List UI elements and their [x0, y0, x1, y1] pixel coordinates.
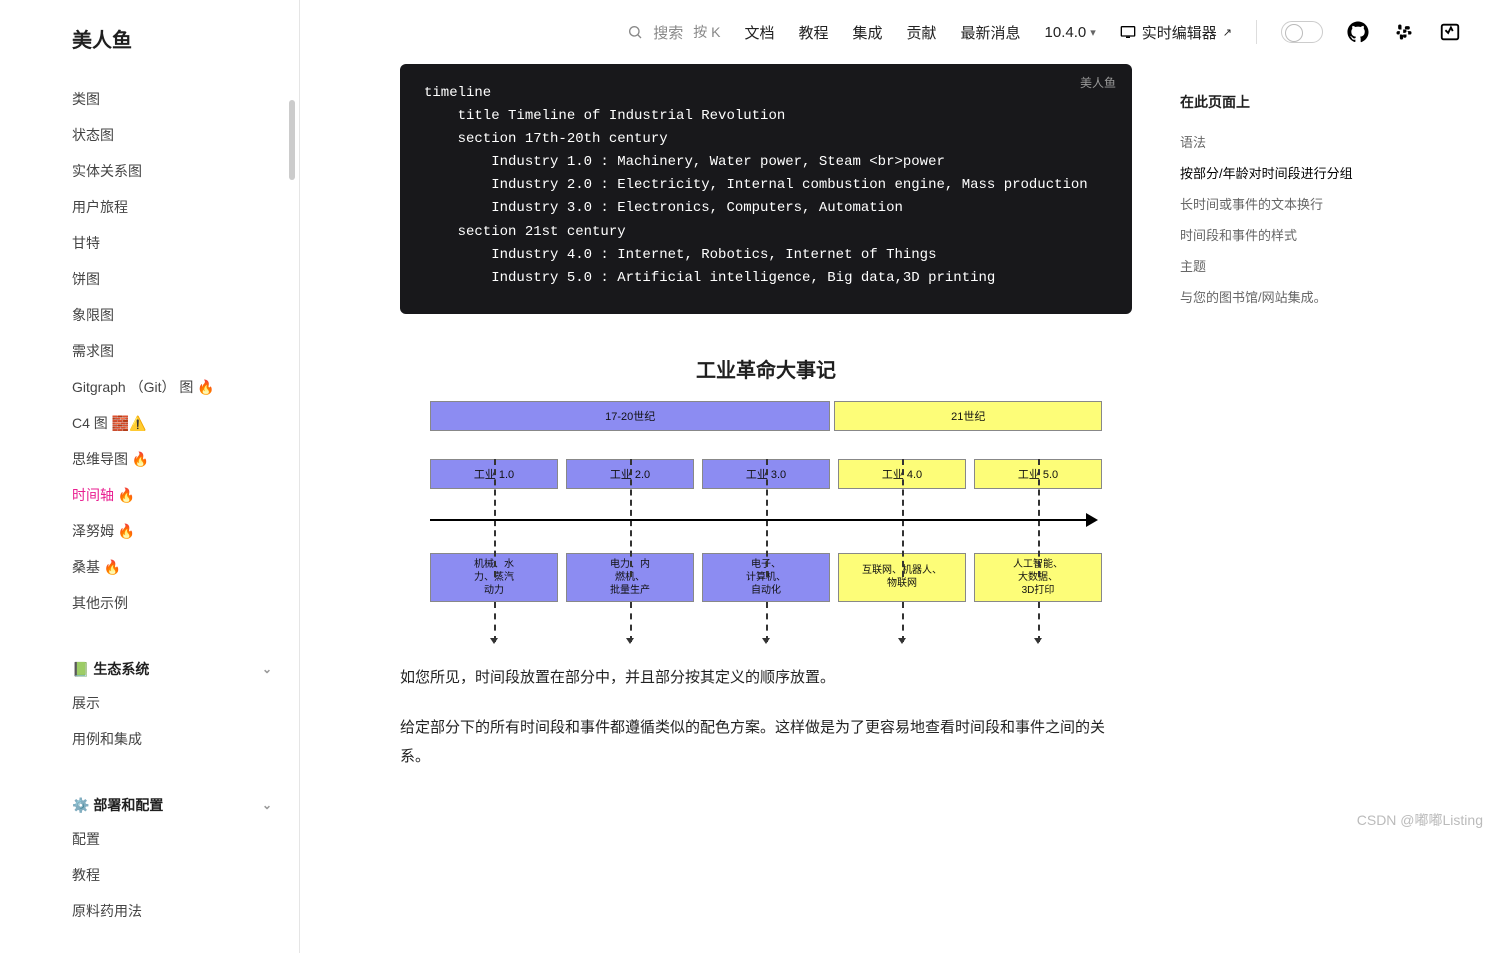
- sidebar-item-12[interactable]: 泽努姆 🔥: [72, 513, 272, 549]
- sidebar-item-3[interactable]: 用户旅程: [72, 189, 272, 225]
- code-text: timeline title Timeline of Industrial Re…: [424, 85, 1088, 286]
- timeline-period-2: 工业 3.0: [702, 459, 830, 489]
- nav-link-1[interactable]: 教程: [798, 22, 828, 43]
- sidebar: 美人鱼 类图状态图实体关系图用户旅程甘特饼图象限图需求图Gitgraph （Gi…: [0, 0, 300, 953]
- sidebar-subitem-1-0[interactable]: 配置: [72, 821, 272, 857]
- app-icon[interactable]: [1439, 21, 1461, 43]
- timeline-period-3: 工业 4.0: [838, 459, 966, 489]
- timeline-section-1: 21世纪: [834, 401, 1102, 431]
- live-editor-link[interactable]: 实时编辑器 ↗: [1120, 22, 1232, 43]
- sidebar-item-1[interactable]: 状态图: [72, 117, 272, 153]
- sidebar-item-7[interactable]: 需求图: [72, 333, 272, 369]
- search-trigger[interactable]: 搜索 按 K: [627, 22, 720, 43]
- search-icon: [627, 24, 643, 40]
- toc-item-4[interactable]: 主题: [1180, 250, 1410, 281]
- toc-item-0[interactable]: 语法: [1180, 126, 1410, 157]
- toc-title: 在此页面上: [1180, 92, 1410, 112]
- sidebar-subitem-1-2[interactable]: 原料药用法: [72, 893, 272, 929]
- sidebar-item-14[interactable]: 其他示例: [72, 585, 272, 621]
- site-title: 美人鱼: [72, 24, 272, 53]
- code-block: 美人鱼timeline title Timeline of Industrial…: [400, 64, 1132, 314]
- nav-link-4[interactable]: 最新消息: [961, 22, 1021, 43]
- article-prose: 如您所见，时间段放置在部分中，并且部分按其定义的顺序放置。 给定部分下的所有时间…: [400, 664, 1132, 772]
- timeline-desc-1: 电力、内 燃机、 批量生产: [566, 553, 694, 602]
- search-kbd: 按 K: [693, 22, 720, 42]
- theme-toggle[interactable]: [1281, 21, 1323, 43]
- watermark: CSDN @嘟嘟Listing: [1357, 810, 1483, 830]
- external-icon: ↗: [1223, 26, 1232, 39]
- sidebar-subitem-1-1[interactable]: 教程: [72, 857, 272, 893]
- version-label: 10.4.0: [1045, 24, 1087, 41]
- editor-icon: [1120, 25, 1136, 39]
- paragraph-2: 给定部分下的所有时间段和事件都遵循类似的配色方案。这样做是为了更容易地查看时间段…: [400, 714, 1132, 771]
- timeline-period-1: 工业 2.0: [566, 459, 694, 489]
- nav-link-0[interactable]: 文档: [744, 22, 774, 43]
- sidebar-item-0[interactable]: 类图: [72, 81, 272, 117]
- timeline-section-0: 17-20世纪: [430, 401, 830, 431]
- paragraph-1: 如您所见，时间段放置在部分中，并且部分按其定义的顺序放置。: [400, 664, 1132, 693]
- sidebar-item-2[interactable]: 实体关系图: [72, 153, 272, 189]
- topbar: 搜索 按 K 文档 教程 集成 贡献 最新消息 10.4.0 ▾ 实时编辑器 ↗: [300, 0, 1501, 64]
- timeline-period-0: 工业 1.0: [430, 459, 558, 489]
- diagram-title: 工业革命大事记: [430, 354, 1102, 383]
- timeline-desc-3: 互联网、机器人、 物联网: [838, 553, 966, 602]
- sidebar-item-10[interactable]: 思维导图 🔥: [72, 441, 272, 477]
- timeline-period-4: 工业 5.0: [974, 459, 1102, 489]
- chevron-down-icon: ⌄: [262, 798, 272, 812]
- timeline-diagram: 工业革命大事记 17-20世纪21世纪 工业 1.0 工业 2.0 工业 3.0 工业…: [430, 354, 1102, 642]
- timeline-desc-2: 电子、 计算机、 自动化: [702, 553, 830, 602]
- sidebar-subitem-0-1[interactable]: 用例和集成: [72, 721, 272, 757]
- timeline-desc-4: 人工智能、 大数据、 3D打印: [974, 553, 1102, 602]
- timeline-arrow: [430, 501, 1102, 539]
- sidebar-item-4[interactable]: 甘特: [72, 225, 272, 261]
- sidebar-item-6[interactable]: 象限图: [72, 297, 272, 333]
- toc-item-2[interactable]: 长时间或事件的文本换行: [1180, 188, 1410, 219]
- sidebar-item-8[interactable]: Gitgraph （Git） 图 🔥: [72, 369, 272, 405]
- sidebar-section-0[interactable]: 📗 生态系统⌄: [72, 649, 272, 685]
- version-dropdown[interactable]: 10.4.0 ▾: [1045, 24, 1096, 41]
- toc-item-5[interactable]: 与您的图书馆/网站集成。: [1180, 281, 1410, 312]
- live-editor-label: 实时编辑器: [1142, 22, 1217, 43]
- code-lang-badge: 美人鱼: [1080, 74, 1116, 94]
- github-icon[interactable]: [1347, 21, 1369, 43]
- sidebar-item-13[interactable]: 桑基 🔥: [72, 549, 272, 585]
- timeline-desc-0: 机械、水 力、蒸汽 动力: [430, 553, 558, 602]
- sidebar-item-5[interactable]: 饼图: [72, 261, 272, 297]
- toc-item-3[interactable]: 时间段和事件的样式: [1180, 219, 1410, 250]
- divider: [1256, 20, 1257, 44]
- nav-link-3[interactable]: 贡献: [906, 22, 936, 43]
- toc-item-1[interactable]: 按部分/年龄对时间段进行分组: [1180, 157, 1410, 188]
- sidebar-item-9[interactable]: C4 图 🧱⚠️: [72, 405, 272, 441]
- sidebar-section-1[interactable]: ⚙️ 部署和配置⌄: [72, 785, 272, 821]
- chevron-down-icon: ⌄: [262, 662, 272, 676]
- nav-link-2[interactable]: 集成: [852, 22, 882, 43]
- chevron-down-icon: ▾: [1090, 26, 1096, 39]
- search-label: 搜索: [653, 22, 683, 43]
- sidebar-item-11[interactable]: 时间轴 🔥: [72, 477, 272, 513]
- scrollbar[interactable]: [289, 100, 295, 180]
- slack-icon[interactable]: [1393, 21, 1415, 43]
- sidebar-subitem-0-0[interactable]: 展示: [72, 685, 272, 721]
